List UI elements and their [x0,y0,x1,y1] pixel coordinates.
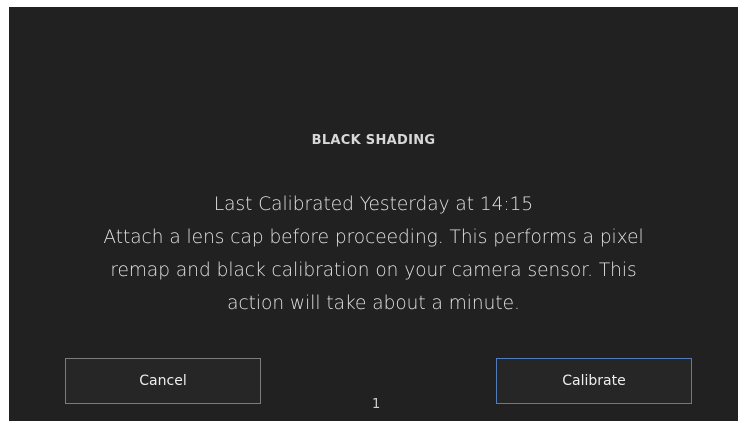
camera-screen: BLACK SHADING Last Calibrated Yesterday … [9,7,738,421]
message-line: Attach a lens cap before proceeding. Thi… [103,227,644,248]
dialog-message: Last Calibrated Yesterday at 14:15 Attac… [49,188,698,320]
message-line: action will take about a minute. [227,293,520,314]
cancel-button[interactable]: Cancel [65,358,261,404]
message-line: remap and black calibration on your came… [110,260,637,281]
dialog-title: BLACK SHADING [311,133,436,148]
page-number: 1 [372,397,381,412]
calibrate-button[interactable]: Calibrate [496,358,692,404]
last-calibrated-text: Last Calibrated Yesterday at 14:15 [213,194,534,215]
calibrate-button-label: Calibrate [562,373,626,389]
cancel-button-label: Cancel [139,373,187,389]
